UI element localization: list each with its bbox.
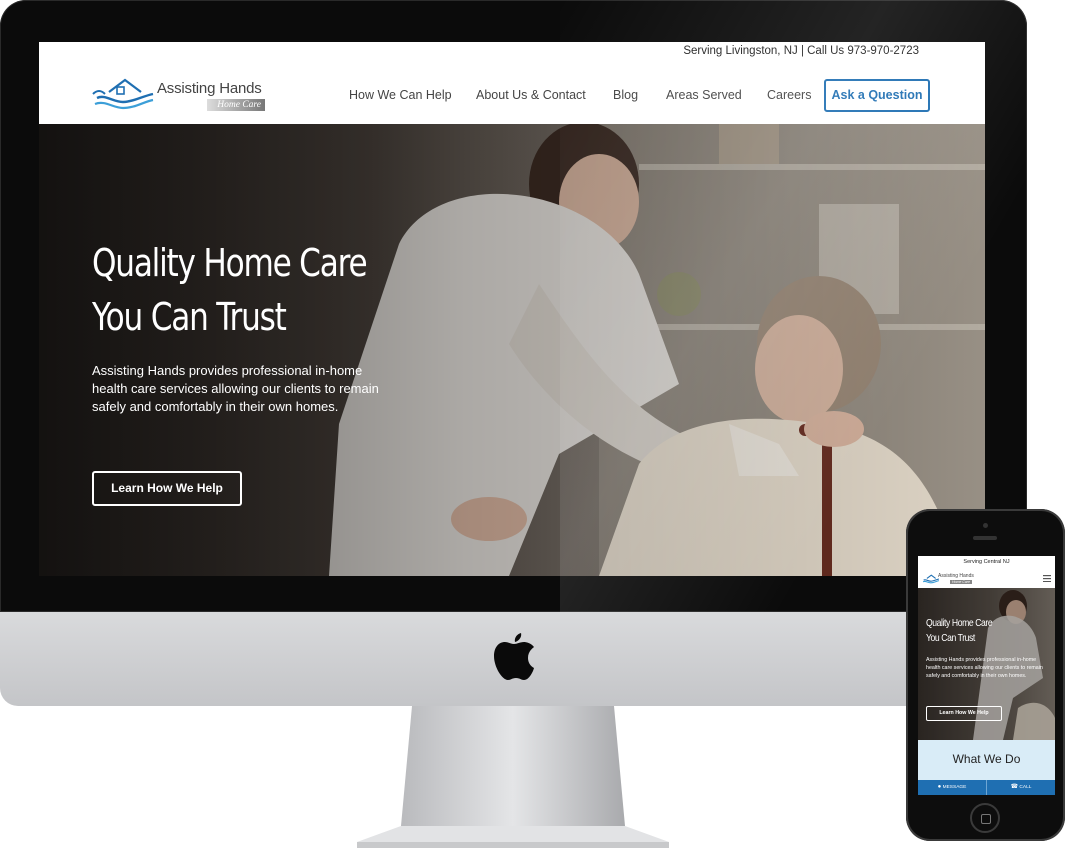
site-logo[interactable]: Assisting Hands Home Care (91, 72, 271, 116)
phone-device: Serving Central NJ Assisting Hands Home … (906, 509, 1065, 841)
chat-bubble-icon: ● (937, 784, 942, 790)
hero-title-line1: Quality Home Care (92, 241, 368, 285)
learn-how-we-help-button[interactable]: Learn How We Help (92, 471, 242, 506)
nav-blog[interactable]: Blog (613, 88, 638, 102)
hamburger-menu-icon[interactable] (1043, 575, 1051, 582)
apple-logo-icon (494, 633, 534, 680)
nav-how-we-can-help[interactable]: How We Can Help (349, 88, 452, 102)
imac-stand (357, 706, 669, 848)
mobile-hero-section: Quality Home Care You Can Trust Assistin… (918, 588, 1055, 740)
mobile-call-button[interactable]: ☎ CALL (987, 780, 1055, 795)
hero-title-line2: You Can Trust (92, 295, 287, 339)
mobile-hero-title: Quality Home Care You Can Trust (926, 616, 993, 646)
ask-a-question-button[interactable]: Ask a Question (824, 79, 930, 112)
site-header: Serving Livingston, NJ | Call Us 973-970… (39, 42, 985, 124)
mobile-message-label: MESSAGE (942, 785, 967, 790)
nav-about-us-contact[interactable]: About Us & Contact (476, 88, 586, 102)
nav-careers[interactable]: Careers (767, 88, 811, 102)
mobile-message-button[interactable]: ● MESSAGE (918, 780, 986, 795)
mobile-logo-name: Assisting Hands (938, 573, 974, 579)
mobile-logo-tagline: Home Care (950, 580, 972, 584)
desktop-website: Serving Livingston, NJ | Call Us 973-970… (39, 42, 985, 576)
mobile-hero-description: Assisting Hands provides professional in… (926, 657, 1043, 679)
logo-tagline: Home Care (207, 99, 265, 111)
hero-section: Quality Home Care You Can Trust Assistin… (39, 124, 985, 576)
mobile-website: Serving Central NJ Assisting Hands Home … (918, 556, 1055, 795)
phone-speaker (973, 536, 997, 540)
nav-areas-served[interactable]: Areas Served (666, 88, 742, 102)
mobile-bottom-action-bar: ● MESSAGE ☎ CALL (918, 780, 1055, 795)
phone-camera (983, 523, 988, 528)
phone-home-button[interactable] (970, 803, 1000, 833)
mobile-hero-title-line2: You Can Trust (926, 632, 975, 644)
phone-icon: ☎ (1010, 784, 1019, 790)
house-hands-icon (92, 78, 154, 110)
mobile-hero-title-line1: Quality Home Care (926, 617, 993, 629)
mobile-call-label: CALL (1019, 785, 1032, 790)
hero-description: Assisting Hands provides professional in… (92, 363, 379, 414)
mobile-logo[interactable]: Assisting Hands Home Care (922, 572, 974, 586)
logo-name: Assisting Hands (157, 80, 262, 97)
hero-photo-caregiver (39, 124, 985, 576)
header-contact-info[interactable]: Serving Livingston, NJ | Call Us 973-970… (683, 45, 919, 57)
mobile-header-contact[interactable]: Serving Central NJ (918, 559, 1055, 565)
mobile-section-title: What We Do (952, 752, 1021, 766)
hero-title: Quality Home Care You Can Trust (92, 236, 368, 344)
mobile-learn-how-we-help-button[interactable]: Learn How We Help (926, 706, 1002, 721)
mobile-what-we-do-section: What We Do (918, 740, 1055, 780)
